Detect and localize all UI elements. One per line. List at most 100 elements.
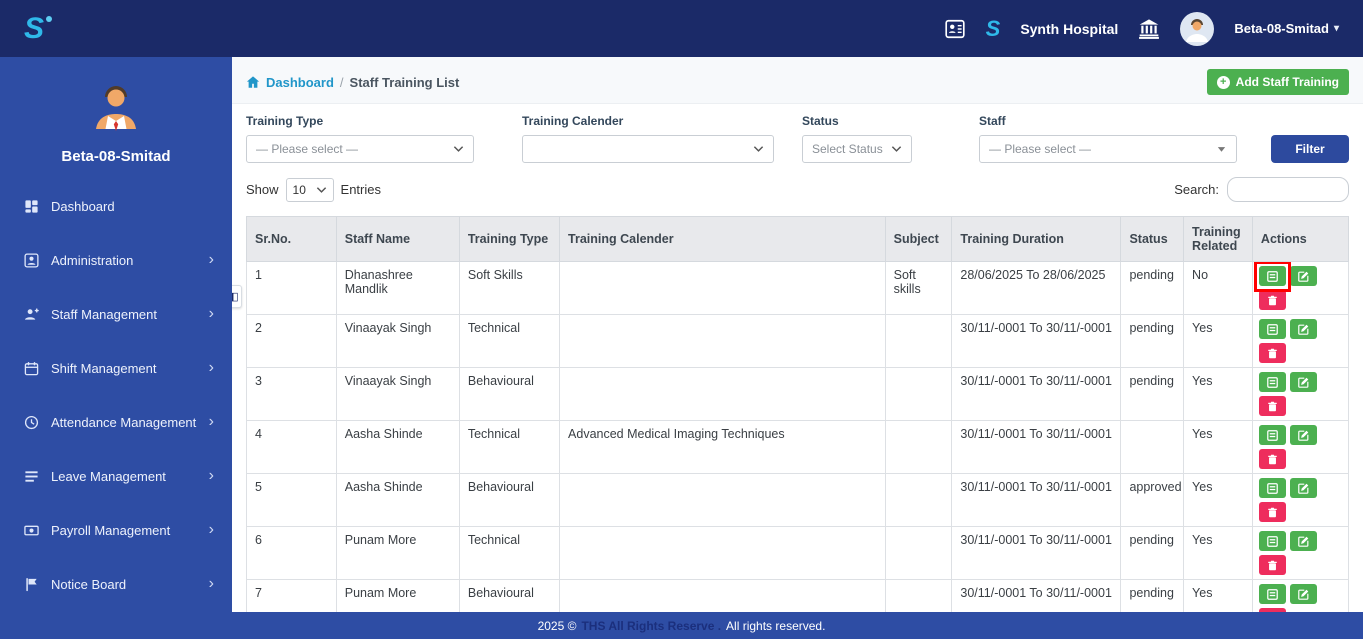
cell-training-type: Soft Skills: [459, 262, 559, 315]
cell-training-type: Behavioural: [459, 474, 559, 527]
brand-dot: [46, 16, 52, 22]
status-label: Status: [802, 114, 912, 128]
cell-training-duration: 28/06/2025 To 28/06/2025: [952, 262, 1121, 315]
cell-sr: 3: [247, 368, 337, 421]
card-icon: [1267, 536, 1278, 547]
column-header: Training Calender: [560, 217, 886, 262]
cell-staff-name: Punam More: [336, 580, 459, 613]
delete-training-button[interactable]: [1259, 343, 1286, 363]
edit-training-button[interactable]: [1290, 319, 1317, 339]
footer-rights: All rights reserved.: [726, 619, 825, 633]
cell-staff-name: Aasha Shinde: [336, 474, 459, 527]
sidebar-item-label: Dashboard: [51, 199, 214, 214]
cell-actions: [1252, 421, 1348, 474]
cell-training-duration: 30/11/-0001 To 30/11/-0001: [952, 368, 1121, 421]
chevron-down-icon: [1216, 145, 1227, 153]
training-calender-select[interactable]: [522, 135, 774, 163]
institution-icon[interactable]: [1138, 18, 1160, 40]
table-row: 7Punam MoreBehavioural30/11/-0001 To 30/…: [247, 580, 1349, 613]
edit-training-button[interactable]: [1290, 425, 1317, 445]
sidebar-item-attendance-management[interactable]: Attendance Management›: [0, 395, 232, 449]
cell-status: [1121, 421, 1184, 474]
view-training-button[interactable]: [1259, 478, 1286, 498]
edit-icon: [1298, 324, 1309, 335]
sidebar-toggle-button[interactable]: ◧: [232, 285, 242, 308]
user-menu[interactable]: Beta-08-Smitad ▾: [1234, 21, 1339, 36]
cell-sr: 5: [247, 474, 337, 527]
training-type-select[interactable]: — Please select —: [246, 135, 474, 163]
caret-down-icon: ▾: [1334, 23, 1339, 34]
edit-training-button[interactable]: [1290, 266, 1317, 286]
sidebar-item-label: Leave Management: [51, 469, 197, 484]
staff-select[interactable]: — Please select —: [979, 135, 1237, 163]
edit-training-button[interactable]: [1290, 372, 1317, 392]
trash-icon: [1267, 454, 1278, 465]
chevron-down-icon: [453, 145, 464, 153]
cell-subject: Soft skills: [885, 262, 952, 315]
shift-icon: [24, 361, 39, 376]
cell-training-type: Behavioural: [459, 580, 559, 613]
sidebar-item-leave-management[interactable]: Leave Management›: [0, 449, 232, 503]
sidebar-item-dashboard[interactable]: Dashboard: [0, 179, 232, 233]
table-header-row: Sr.No.Staff NameTraining TypeTraining Ca…: [247, 217, 1349, 262]
delete-training-button[interactable]: [1259, 608, 1286, 612]
column-header: Subject: [885, 217, 952, 262]
user-avatar[interactable]: [1180, 12, 1214, 46]
status-select[interactable]: Select Status: [802, 135, 912, 163]
list-controls: Show 10 Entries Search:: [246, 177, 1349, 202]
sidebar-item-payroll-management[interactable]: Payroll Management›: [0, 503, 232, 557]
breadcrumb-dashboard-link[interactable]: Dashboard: [266, 75, 334, 90]
edit-training-button[interactable]: [1290, 478, 1317, 498]
cell-training-calender: [560, 315, 886, 368]
edit-icon: [1298, 483, 1309, 494]
cell-training-duration: 30/11/-0001 To 30/11/-0001: [952, 580, 1121, 613]
view-training-button[interactable]: [1259, 319, 1286, 339]
footer-link[interactable]: THS All Rights Reserve .: [581, 619, 721, 633]
trash-icon: [1267, 348, 1278, 359]
trash-icon: [1267, 401, 1278, 412]
cell-training-related: Yes: [1184, 527, 1253, 580]
cell-training-calender: Advanced Medical Imaging Techniques: [560, 421, 886, 474]
sidebar-item-notice-board[interactable]: Notice Board›: [0, 557, 232, 611]
cell-subject: [885, 580, 952, 613]
cell-sr: 2: [247, 315, 337, 368]
view-training-button[interactable]: [1259, 584, 1286, 604]
delete-training-button[interactable]: [1259, 290, 1286, 310]
delete-training-button[interactable]: [1259, 502, 1286, 522]
add-staff-training-button[interactable]: + Add Staff Training: [1207, 69, 1349, 95]
brand-letter: S: [24, 12, 44, 45]
table-row: 3Vinaayak SinghBehavioural30/11/-0001 To…: [247, 368, 1349, 421]
sidebar-item-staff-management[interactable]: Staff Management›: [0, 287, 232, 341]
sidebar: Beta-08-Smitad DashboardAdministration›S…: [0, 57, 232, 612]
trash-icon: [1267, 295, 1278, 306]
staff-filter: Staff — Please select —: [979, 114, 1237, 163]
delete-training-button[interactable]: [1259, 396, 1286, 416]
edit-training-button[interactable]: [1290, 531, 1317, 551]
cell-training-related: Yes: [1184, 368, 1253, 421]
view-training-button[interactable]: [1259, 266, 1286, 286]
entries-select[interactable]: 10: [286, 178, 334, 202]
training-calender-label: Training Calender: [522, 114, 774, 128]
filter-button[interactable]: Filter: [1271, 135, 1349, 163]
search-input[interactable]: [1227, 177, 1349, 202]
sidebar-item-administration[interactable]: Administration›: [0, 233, 232, 287]
view-training-button[interactable]: [1259, 372, 1286, 392]
cell-training-type: Behavioural: [459, 368, 559, 421]
delete-training-button[interactable]: [1259, 449, 1286, 469]
edit-icon: [1298, 536, 1309, 547]
delete-training-button[interactable]: [1259, 555, 1286, 575]
edit-training-button[interactable]: [1290, 584, 1317, 604]
sidebar-nav: Dashboard Administration›Staff Management…: [0, 179, 232, 611]
table-row: 6Punam MoreTechnical30/11/-0001 To 30/11…: [247, 527, 1349, 580]
view-training-button[interactable]: [1259, 425, 1286, 445]
cell-status: pending: [1121, 580, 1184, 613]
sidebar-item-shift-management[interactable]: Shift Management›: [0, 341, 232, 395]
edit-icon: [1298, 271, 1309, 282]
cell-training-duration: 30/11/-0001 To 30/11/-0001: [952, 315, 1121, 368]
cell-staff-name: Dhanashree Mandlik: [336, 262, 459, 315]
view-training-button[interactable]: [1259, 531, 1286, 551]
main-content: ◧ Dashboard / Staff Training List + Add …: [232, 57, 1363, 612]
hospital-logo: S: [986, 16, 1001, 42]
brand-logo[interactable]: S: [24, 12, 44, 46]
id-card-icon[interactable]: [944, 18, 966, 40]
